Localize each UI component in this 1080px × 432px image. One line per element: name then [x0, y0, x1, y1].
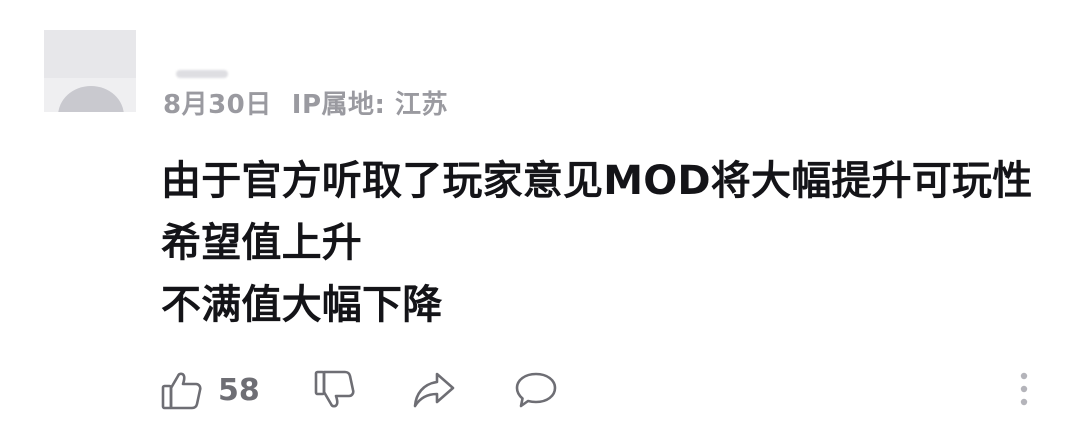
comment-line: 希望值上升	[161, 220, 362, 266]
reply-button[interactable]	[513, 368, 559, 412]
user-avatar[interactable]	[44, 30, 136, 112]
more-vertical-icon	[1014, 370, 1034, 410]
dislike-button[interactable]	[313, 368, 357, 412]
more-options-button[interactable]	[1014, 370, 1034, 410]
username-redacted[interactable]	[176, 70, 228, 78]
thumbs-up-icon	[160, 368, 204, 412]
like-button[interactable]: 58	[160, 368, 260, 412]
share-arrow-icon	[411, 368, 457, 412]
thumbs-down-icon	[313, 368, 357, 412]
speech-bubble-icon	[513, 368, 559, 412]
comment-action-bar: 58	[0, 360, 1080, 420]
share-button[interactable]	[411, 368, 457, 412]
comment-line: 由于官方听取了玩家意见MOD将大幅提升可玩性	[161, 158, 1033, 204]
comment-body: 由于官方听取了玩家意见MOD将大幅提升可玩性 希望值上升 不满值大幅下降	[161, 150, 1061, 336]
like-count: 58	[218, 372, 260, 408]
comment-line: 不满值大幅下降	[161, 282, 443, 328]
comment-meta: 8月30日 IP属地: 江苏	[163, 84, 448, 121]
comment-date: 8月30日	[163, 90, 272, 120]
ip-location: IP属地: 江苏	[291, 90, 448, 120]
